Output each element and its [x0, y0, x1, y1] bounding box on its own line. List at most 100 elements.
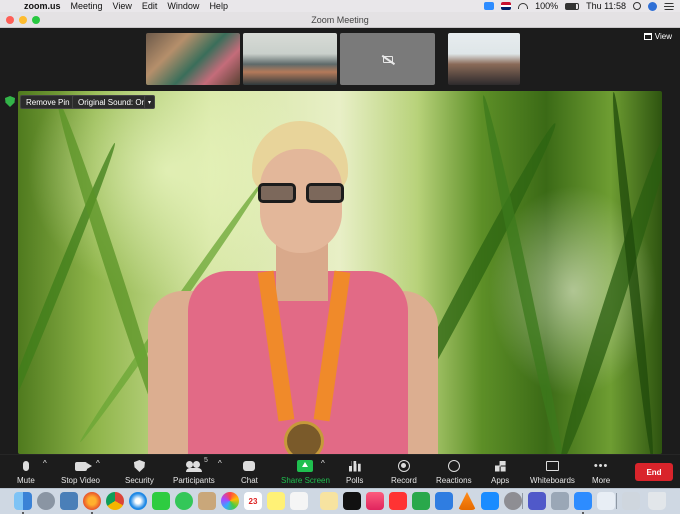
- spotlight-search-icon[interactable]: [633, 2, 641, 10]
- video-options-caret[interactable]: ^: [96, 459, 100, 468]
- trash-icon[interactable]: [648, 492, 666, 510]
- dock-divider: [616, 493, 617, 509]
- view-button[interactable]: View: [643, 32, 672, 41]
- zoom-icon[interactable]: [574, 492, 592, 510]
- firefox-icon[interactable]: [83, 492, 101, 510]
- launchpad-icon[interactable]: [37, 492, 55, 510]
- meeting-area: View Remove Pin Original Sound: On ▾: [0, 28, 680, 454]
- microphone-icon: [22, 461, 29, 471]
- fullscreen-window-button[interactable]: [32, 15, 40, 24]
- contacts-icon[interactable]: [198, 492, 216, 510]
- active-speaker-video[interactable]: Remove Pin Original Sound: On ▾: [18, 91, 662, 454]
- reactions-button[interactable]: Reactions: [436, 459, 472, 485]
- record-icon: [397, 460, 410, 472]
- polls-button[interactable]: Polls: [346, 459, 363, 485]
- reminders-icon[interactable]: [290, 492, 308, 510]
- end-meeting-button[interactable]: End: [635, 463, 673, 481]
- preview-icon[interactable]: [60, 492, 78, 510]
- keynote-icon[interactable]: [435, 492, 453, 510]
- remove-pin-button[interactable]: Remove Pin: [20, 95, 76, 109]
- chat-button[interactable]: Chat: [241, 459, 258, 485]
- apps-grid-icon: [494, 460, 506, 472]
- mute-button[interactable]: Mute: [17, 459, 35, 485]
- screenshot-icon[interactable]: [551, 492, 569, 510]
- zoom-status-icon[interactable]: [484, 2, 495, 10]
- window-controls: [6, 15, 40, 24]
- downloads-stack-icon[interactable]: [622, 492, 640, 510]
- apps-button[interactable]: Apps: [491, 459, 509, 485]
- speaker-figure: [148, 121, 438, 454]
- system-preferences-icon[interactable]: [504, 492, 522, 510]
- vlc-icon[interactable]: [458, 492, 476, 510]
- chat-bubble-icon: [243, 461, 256, 471]
- more-dots-icon: •••: [593, 460, 609, 472]
- audio-options-caret[interactable]: ^: [43, 459, 47, 468]
- notification-center-icon[interactable]: [664, 2, 674, 10]
- window-title-bar: Zoom Meeting: [0, 12, 680, 28]
- whiteboards-label: Whiteboards: [530, 476, 575, 485]
- battery-icon[interactable]: [565, 2, 580, 10]
- chrome-icon[interactable]: [106, 492, 124, 510]
- wifi-icon[interactable]: [518, 3, 529, 9]
- menu-window[interactable]: Window: [167, 1, 199, 11]
- stop-video-button[interactable]: Stop Video: [61, 459, 100, 485]
- menu-edit[interactable]: Edit: [142, 1, 158, 11]
- menu-meeting[interactable]: Meeting: [71, 1, 103, 11]
- more-button[interactable]: ••• More: [592, 459, 610, 486]
- menu-app-name[interactable]: zoom.us: [24, 1, 61, 11]
- menu-help[interactable]: Help: [209, 1, 228, 11]
- security-label: Security: [125, 476, 154, 485]
- safari-icon[interactable]: [129, 492, 147, 510]
- facetime-icon[interactable]: [152, 492, 170, 510]
- calendar-icon[interactable]: 23: [244, 492, 262, 510]
- messages-icon[interactable]: [175, 492, 193, 510]
- participant-thumbnail-video-off[interactable]: [340, 33, 435, 85]
- reactions-smile-icon: [447, 460, 460, 472]
- speaker-glasses: [258, 183, 344, 203]
- participants-options-caret[interactable]: ^: [218, 459, 222, 468]
- original-sound-button[interactable]: Original Sound: On: [72, 95, 153, 109]
- record-button[interactable]: Record: [391, 459, 417, 485]
- close-window-button[interactable]: [6, 15, 14, 24]
- stickies-icon[interactable]: [320, 492, 338, 510]
- mail-icon[interactable]: [597, 492, 615, 510]
- share-options-caret[interactable]: ^: [321, 459, 325, 468]
- meeting-toolbar: Mute ^ Stop Video ^ Security Participant…: [0, 454, 680, 488]
- view-grid-icon: [643, 33, 652, 40]
- app-store-icon[interactable]: [481, 492, 499, 510]
- minimize-window-button[interactable]: [19, 15, 27, 24]
- tv-icon[interactable]: [343, 492, 361, 510]
- status-area: 100% Thu 11:58: [484, 1, 674, 11]
- participant-thumbnail[interactable]: [146, 33, 240, 85]
- photos-icon[interactable]: [221, 492, 239, 510]
- menu-bar: zoom.us Meeting View Edit Window Help 10…: [0, 0, 680, 12]
- battery-percent: 100%: [535, 1, 559, 11]
- menu-view[interactable]: View: [113, 1, 132, 11]
- whiteboards-button[interactable]: Whiteboards: [530, 459, 575, 485]
- chat-label: Chat: [241, 476, 258, 485]
- input-source-flag-icon[interactable]: [501, 2, 512, 10]
- news-icon[interactable]: [389, 492, 407, 510]
- stop-video-label: Stop Video: [61, 476, 100, 485]
- participants-button[interactable]: Participants: [173, 459, 215, 485]
- record-label: Record: [391, 476, 417, 485]
- notes-icon[interactable]: [267, 492, 285, 510]
- clock[interactable]: Thu 11:58: [586, 1, 626, 11]
- dock-divider: [522, 493, 523, 509]
- numbers-icon[interactable]: [412, 492, 430, 510]
- share-screen-icon: [297, 460, 314, 472]
- participant-thumbnail[interactable]: [448, 33, 520, 85]
- encryption-shield-icon[interactable]: [5, 96, 15, 107]
- whiteboard-icon: [545, 461, 559, 471]
- original-sound-menu-caret[interactable]: ▾: [144, 95, 155, 109]
- apps-label: Apps: [491, 476, 510, 485]
- user-account-icon[interactable]: [648, 1, 657, 11]
- security-button[interactable]: Security: [125, 459, 154, 485]
- participant-thumbnail[interactable]: [243, 33, 337, 85]
- mute-label: Mute: [17, 476, 35, 485]
- music-icon[interactable]: [366, 492, 384, 510]
- participants-icon: [185, 460, 202, 472]
- teams-icon[interactable]: [528, 492, 546, 510]
- reactions-label: Reactions: [436, 476, 472, 485]
- finder-icon[interactable]: [14, 492, 32, 510]
